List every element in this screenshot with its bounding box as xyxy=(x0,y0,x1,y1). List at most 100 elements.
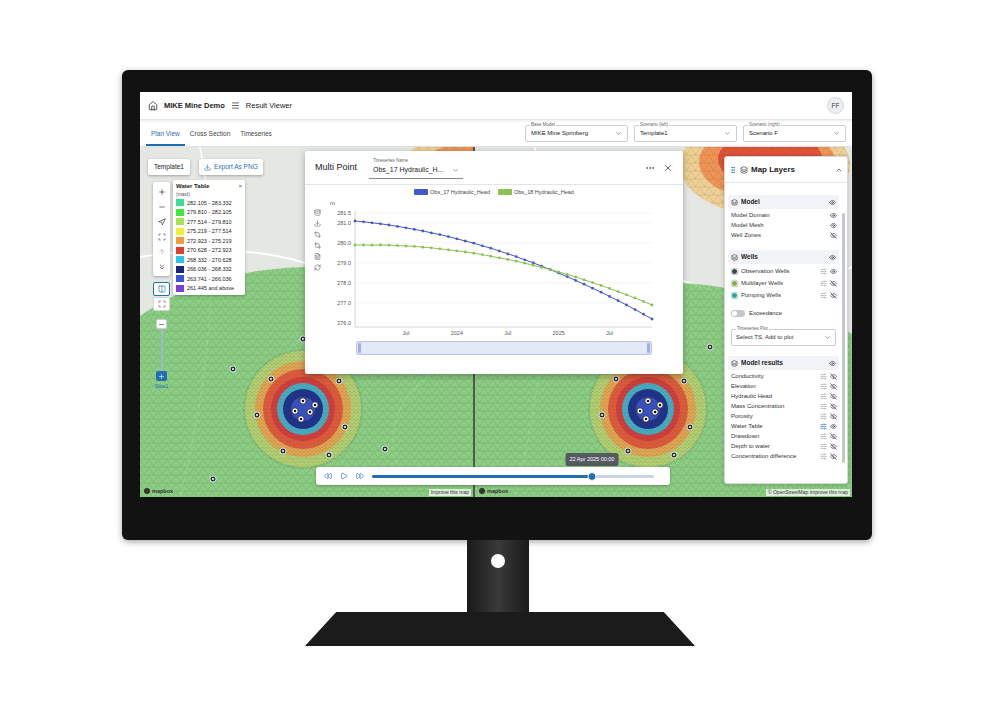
map-tool-button[interactable] xyxy=(153,184,170,199)
layer-item[interactable]: Hydraulic Head xyxy=(728,391,839,401)
eye-off-icon[interactable] xyxy=(830,443,837,450)
eye-off-icon[interactable] xyxy=(830,413,837,420)
eye-icon[interactable] xyxy=(829,254,836,261)
slice-slider[interactable]: Slice1 xyxy=(155,319,169,391)
style-settings-icon[interactable] xyxy=(820,268,827,275)
eye-off-icon[interactable] xyxy=(830,453,837,460)
observation-well-pin[interactable] xyxy=(342,424,348,430)
layer-item[interactable]: Conductivity xyxy=(728,371,839,381)
database-icon[interactable] xyxy=(314,209,321,216)
close-icon[interactable] xyxy=(663,163,673,173)
style-settings-icon[interactable] xyxy=(820,292,827,299)
scrollbar[interactable] xyxy=(842,183,847,483)
legend-close-button[interactable]: × xyxy=(238,182,242,191)
layer-item[interactable]: Water Table xyxy=(728,421,839,431)
drag-handle-icon[interactable] xyxy=(729,166,737,174)
observation-well-pin[interactable] xyxy=(707,344,713,350)
eye-off-icon[interactable] xyxy=(830,373,837,380)
home-icon[interactable] xyxy=(148,101,158,111)
style-settings-icon[interactable] xyxy=(820,453,827,460)
observation-well-pin[interactable] xyxy=(254,412,260,418)
pumping-well-pin[interactable] xyxy=(643,416,649,422)
layer-item[interactable]: Well Zones xyxy=(728,230,839,240)
download-icon[interactable] xyxy=(314,220,321,227)
eye-icon[interactable] xyxy=(830,423,837,430)
eye-off-icon[interactable] xyxy=(830,280,837,287)
rewind-icon[interactable] xyxy=(324,472,332,480)
exceedance-switch[interactable] xyxy=(731,310,745,317)
observation-well-pin[interactable] xyxy=(210,476,216,482)
observation-well-pin[interactable] xyxy=(280,448,286,454)
eye-icon[interactable] xyxy=(830,268,837,275)
layer-section-header[interactable]: Wells xyxy=(728,250,839,264)
eye-icon[interactable] xyxy=(829,199,836,206)
observation-well-pin[interactable] xyxy=(681,378,687,384)
eye-off-icon[interactable] xyxy=(830,433,837,440)
scenario-select[interactable]: Base ModelMIKE Mine Sprinberg xyxy=(525,125,628,142)
menu-icon[interactable] xyxy=(231,101,240,110)
more-icon[interactable] xyxy=(645,163,655,173)
style-settings-icon[interactable] xyxy=(820,403,827,410)
observation-well-pin[interactable] xyxy=(326,452,332,458)
style-settings-icon[interactable] xyxy=(820,280,827,287)
style-settings-icon[interactable] xyxy=(820,413,827,420)
play-icon[interactable] xyxy=(340,472,348,480)
pumping-well-pin[interactable] xyxy=(657,402,663,408)
exceedance-toggle-row[interactable]: Exceedance xyxy=(728,307,839,319)
eye-icon[interactable] xyxy=(830,222,837,229)
style-settings-icon[interactable] xyxy=(820,393,827,400)
user-avatar[interactable]: FF xyxy=(827,97,844,114)
layer-item[interactable]: Depth to water xyxy=(728,441,839,451)
style-settings-icon[interactable] xyxy=(820,383,827,390)
eye-icon[interactable] xyxy=(830,212,837,219)
document-icon[interactable] xyxy=(314,253,321,260)
scenario-select[interactable]: Scenario (right)Scenario F xyxy=(743,125,846,142)
select-icon[interactable] xyxy=(314,242,321,249)
collapse-icon[interactable] xyxy=(835,166,843,174)
timeseries-name-select[interactable]: Timeseries NameObs_17 Hydraulic_H... xyxy=(369,157,463,179)
export-png-button[interactable]: Export As PNG xyxy=(199,159,263,175)
map-tool-button[interactable] xyxy=(153,244,170,259)
eye-off-icon[interactable] xyxy=(830,292,837,299)
eye-off-icon[interactable] xyxy=(830,403,837,410)
eye-off-icon[interactable] xyxy=(830,393,837,400)
view-mode-button[interactable] xyxy=(153,297,170,311)
pumping-well-pin[interactable] xyxy=(652,409,658,415)
observation-well-pin[interactable] xyxy=(613,376,619,382)
chart-range-slider[interactable] xyxy=(356,341,652,355)
layer-item[interactable]: Model Mesh xyxy=(728,220,839,230)
view-tab[interactable]: Timeseries xyxy=(235,129,277,146)
observation-well-pin[interactable] xyxy=(625,448,631,454)
observation-well-pin[interactable] xyxy=(671,452,677,458)
observation-well-pin[interactable] xyxy=(382,446,388,452)
map-tool-button[interactable] xyxy=(153,229,170,244)
layer-item[interactable]: Concentration difference xyxy=(728,451,839,461)
multi-point-chart-panel[interactable]: Multi PointTimeseries NameObs_17 Hydraul… xyxy=(305,151,683,374)
time-slider[interactable]: 22 Apr 2025 00:00 xyxy=(372,475,654,478)
view-tab[interactable]: Cross Section xyxy=(185,129,235,146)
refresh-icon[interactable] xyxy=(314,264,321,271)
observation-well-pin[interactable] xyxy=(687,424,693,430)
map-tool-button[interactable] xyxy=(153,214,170,229)
layer-item[interactable]: Multilayer Wells xyxy=(728,277,839,289)
pumping-well-pin[interactable] xyxy=(292,408,298,414)
eye-off-icon[interactable] xyxy=(830,232,837,239)
layer-item[interactable]: Drawdown xyxy=(728,431,839,441)
map-attribution[interactable]: © OpenStreetMap Improve this map xyxy=(766,489,850,497)
style-settings-icon[interactable] xyxy=(820,373,827,380)
map-attribution[interactable]: Improve this map xyxy=(429,489,471,497)
observation-well-pin[interactable] xyxy=(230,366,236,372)
chart-legend-item[interactable]: Obs_18 Hydraulic_Head xyxy=(498,188,574,196)
pumping-well-pin[interactable] xyxy=(312,402,318,408)
layer-item[interactable]: Model Domain xyxy=(728,210,839,220)
view-tab[interactable]: Plan View xyxy=(146,129,185,146)
layer-section-header[interactable]: Model xyxy=(728,195,839,209)
layer-item[interactable]: Elevation xyxy=(728,381,839,391)
observation-well-pin[interactable] xyxy=(268,376,274,382)
map-tool-button[interactable] xyxy=(153,259,170,274)
layer-item[interactable]: Pumping Wells xyxy=(728,289,839,301)
layer-section-header[interactable]: Model results xyxy=(728,356,839,370)
eye-off-icon[interactable] xyxy=(830,383,837,390)
pumping-well-pin[interactable] xyxy=(298,416,304,422)
observation-well-pin[interactable] xyxy=(599,412,605,418)
